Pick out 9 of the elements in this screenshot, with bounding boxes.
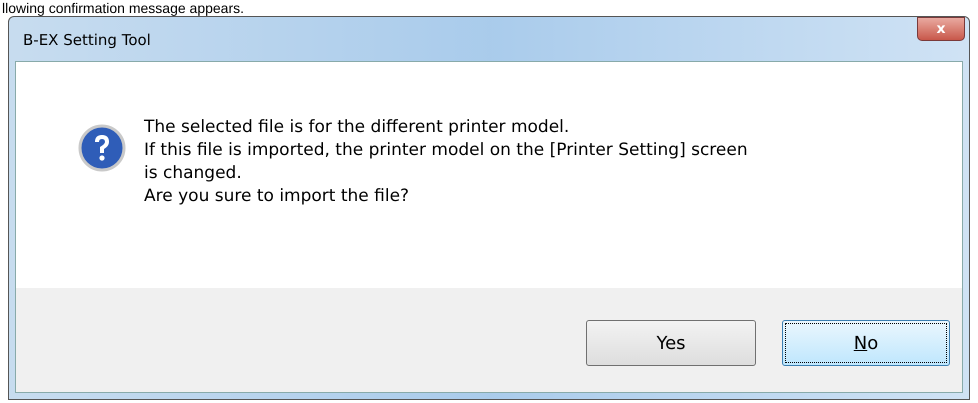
dialog-button[interactable]: Yes <box>586 320 756 366</box>
dialog-button[interactable]: No <box>782 320 950 366</box>
message-line: is changed. <box>144 162 243 185</box>
window-title: B-EX Setting Tool <box>23 30 151 51</box>
message-line: The selected file is for the different printer model. <box>144 116 570 139</box>
question-icon <box>78 124 126 172</box>
message-line: Are you sure to import the file? <box>144 185 410 208</box>
page-text: llowing confirmation message appears. <box>1 0 244 16</box>
message-line: If this file is imported, the printer model on the [Printer Setting] screen <box>144 139 748 162</box>
